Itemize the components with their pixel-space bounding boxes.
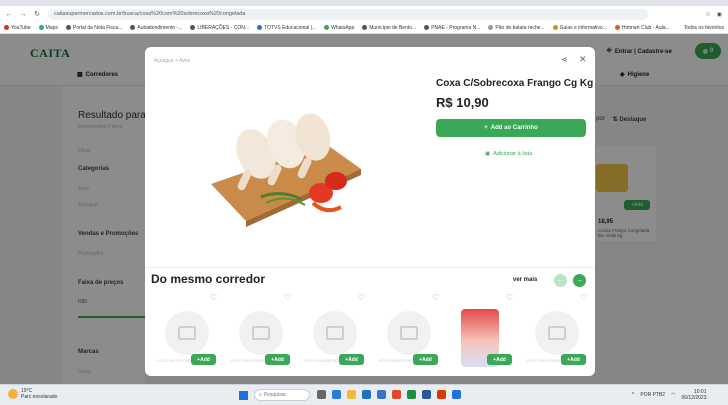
bookmark-item[interactable]: LIBERAÇÕES - CON... [190,25,249,31]
browser-toolbar: ← → ↻ caitasupermercados.com.br/busca/co… [0,6,728,22]
product-image [211,113,361,227]
back-icon[interactable]: ← [4,9,14,19]
carousel-prev-button[interactable]: ← [554,274,567,287]
bookmark-item[interactable]: Hotmart Club - Aula... [614,25,670,31]
add-to-cart-button[interactable]: + Add ao Carrinho [436,119,586,137]
product-card[interactable]: ♡ + Add [447,293,521,376]
divider [145,267,595,268]
bookmark-all[interactable]: Todos os favoritos [684,25,728,31]
task-view-icon[interactable] [317,390,326,399]
weather-widget[interactable]: 19°C Parc ensolarado [8,388,57,400]
product-price: R$ 10,90 [436,95,489,110]
add-to-list-link[interactable]: ▣ Adicionar à lista [485,151,532,157]
bookmark-item[interactable]: Portal da Nota Fisca... [65,25,122,31]
bookmark-item[interactable]: Município de Bento... [362,25,416,31]
heart-icon[interactable]: ♡ [358,293,365,302]
bookmark-item[interactable]: Pão de batata reche... [488,25,545,31]
image-placeholder-icon [387,311,431,355]
image-placeholder-icon [535,311,579,355]
word-icon[interactable] [422,390,431,399]
chrome-icon[interactable] [392,390,401,399]
carousel-next-button[interactable]: → [573,274,586,287]
heart-icon[interactable]: ♡ [284,293,291,302]
wifi-icon[interactable]: ◠ [671,392,675,398]
product-card[interactable]: ♡ FOTO INDISPONÍVEL + Add [299,293,373,376]
arrow-right-icon: → [576,277,583,284]
image-placeholder-icon [313,311,357,355]
product-card[interactable]: ♡ FOTO INDISPONÍVEL + Add [521,293,595,376]
image-placeholder-icon [239,311,283,355]
pdf-icon[interactable] [437,390,446,399]
forward-icon[interactable]: → [18,9,28,19]
heart-icon[interactable]: ♡ [580,293,587,302]
add-button[interactable]: + Add [561,354,586,365]
add-button[interactable]: + Add [191,354,216,365]
product-title: Coxa C/Sobrecoxa Frango Cg Kg [436,78,594,89]
add-button[interactable]: + Add [265,354,290,365]
breadcrumb[interactable]: Açougue > Aves [154,58,190,64]
close-icon[interactable]: ✕ [579,54,587,65]
bookmark-item[interactable]: TOTVS Educacional |... [257,25,316,31]
mail-icon[interactable] [377,390,386,399]
plus-icon: + [484,125,488,131]
app-icon[interactable] [452,390,461,399]
share-icon[interactable]: ⋖ [561,55,568,64]
sun-icon [8,389,18,399]
bookmark-item[interactable]: Autoatendimento -... [130,25,182,31]
chevron-up-icon[interactable]: ^ [632,392,634,398]
heart-icon[interactable]: ♡ [432,293,439,302]
explorer-icon[interactable] [347,390,356,399]
see-more-link[interactable]: ver mais [513,277,537,283]
bookmarks-bar: YouTube Maps Portal da Nota Fisca... Aut… [0,22,728,34]
image-placeholder-icon [165,311,209,355]
product-card[interactable]: ♡ FOTO INDISPONÍVEL + Add [225,293,299,376]
bookmark-item[interactable]: Maps [38,25,58,31]
bookmark-item[interactable]: YouTube [4,25,31,31]
bookmark-item[interactable]: WhatsApp [324,25,354,31]
language-indicator[interactable]: POR PTB2 [640,392,665,398]
same-aisle-title: Do mesmo corredor [151,272,266,286]
search-icon: ⌕ [259,392,262,398]
arrow-left-icon: ← [557,277,564,284]
windows-start-icon[interactable] [239,391,248,400]
taskbar-apps [317,390,461,399]
clock[interactable]: 10:01 06/12/2023 [681,389,706,401]
list-icon: ▣ [485,151,491,157]
windows-taskbar: 19°C Parc ensolarado ⌕ Pesquisar ^ POR PTB… [0,384,728,405]
taskbar-search[interactable]: ⌕ Pesquisar [254,389,310,401]
heart-icon[interactable]: ♡ [506,293,513,302]
add-button[interactable]: + Add [487,354,512,365]
product-card[interactable]: ♡ FOTO INDISPONÍVEL + Add [151,293,225,376]
heart-icon[interactable]: ♡ [210,293,217,302]
bookmark-item[interactable]: Guias e informativo... [552,25,607,31]
bookmark-item[interactable]: PNAE - Programa N... [424,25,480,31]
product-card[interactable]: ♡ FOTO INDISPONÍVEL + Add [373,293,447,376]
add-button[interactable]: + Add [413,354,438,365]
product-modal: Açougue > Aves ⋖ ✕ Coxa C/Sobrecoxa Fran… [145,47,595,376]
add-button[interactable]: + Add [339,354,364,365]
excel-icon[interactable] [407,390,416,399]
edge-icon[interactable] [332,390,341,399]
reload-icon[interactable]: ↻ [32,9,42,19]
profile-icon[interactable]: ◉ [717,11,722,18]
system-tray: ^ POR PTB2 ◠ 10:01 06/12/2023 [632,389,707,401]
address-bar[interactable]: caitasupermercados.com.br/busca/coxa%20c… [48,8,648,20]
store-icon[interactable] [362,390,371,399]
star-icon[interactable]: ☆ [705,11,710,18]
